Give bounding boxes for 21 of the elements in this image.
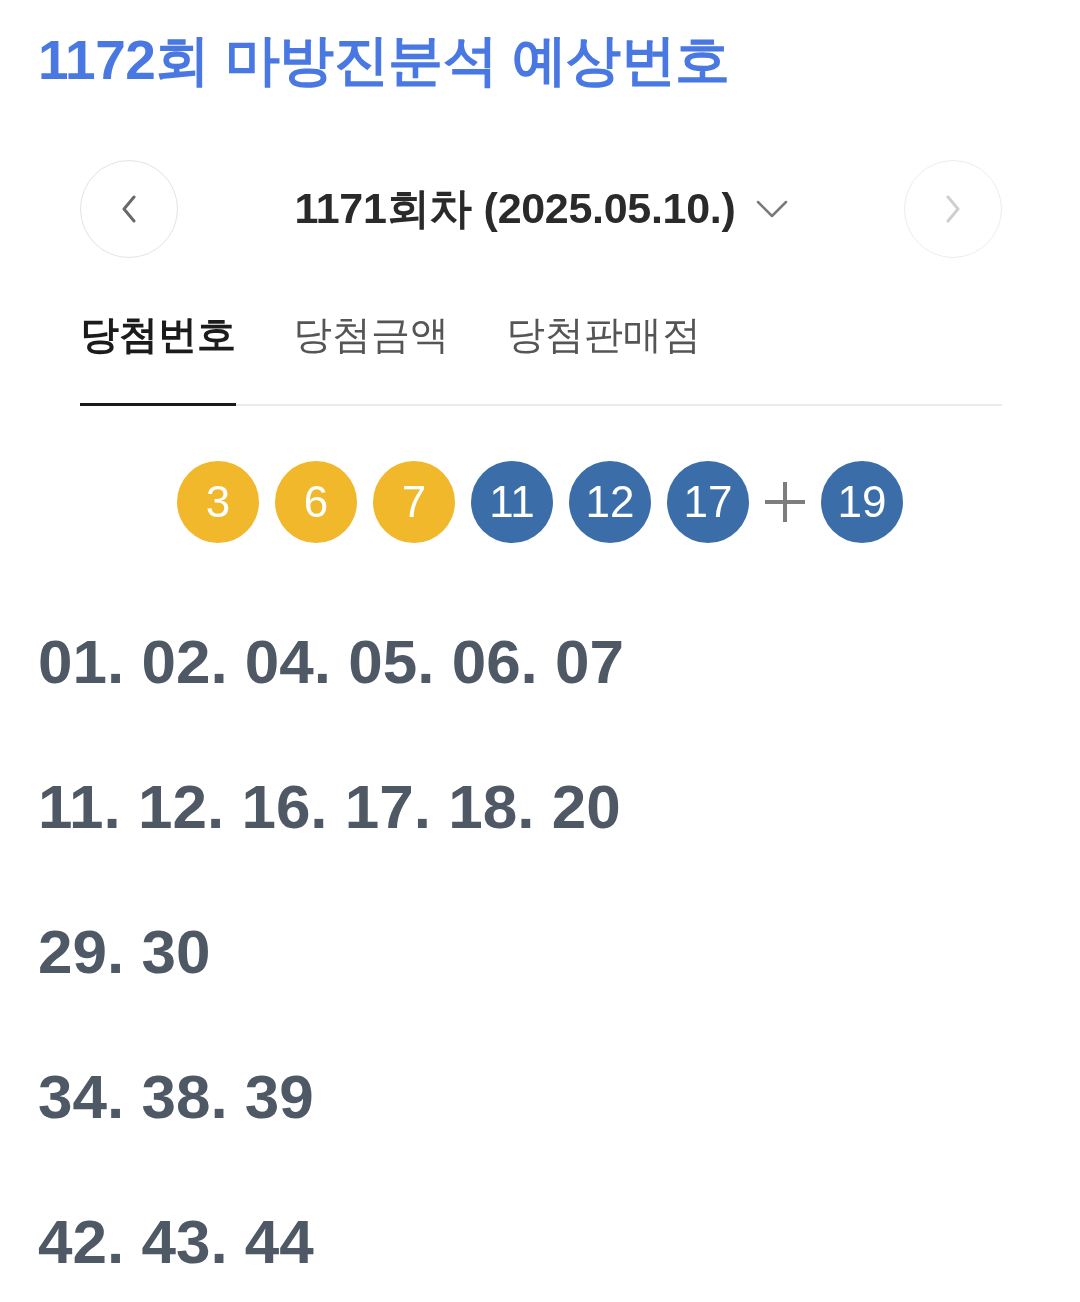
lottery-ball: 11: [471, 461, 553, 543]
chevron-right-icon: [944, 195, 962, 223]
lottery-ball: 12: [569, 461, 651, 543]
tab[interactable]: 당첨판매점: [506, 311, 701, 406]
number-line: 29. 30: [38, 916, 211, 988]
chevron-left-icon: [120, 195, 138, 223]
number-line: 11. 12. 16. 17. 18. 20: [38, 771, 621, 843]
number-line: 01. 02. 04. 05. 06. 07: [38, 626, 625, 698]
lottery-ball: 3: [177, 461, 259, 543]
lottery-ball: 17: [667, 461, 749, 543]
lottery-ball: 7: [373, 461, 455, 543]
number-line: 34. 38. 39: [38, 1061, 314, 1133]
plus-icon: [763, 480, 807, 524]
caret-down-icon: [755, 200, 788, 218]
tab[interactable]: 당첨금액: [293, 311, 449, 406]
number-line: 42. 43. 44: [38, 1206, 314, 1278]
draw-select[interactable]: 1171회차 (2025.05.10.): [294, 180, 788, 238]
tab[interactable]: 당첨번호: [80, 311, 236, 406]
page-title: 1172회 마방진분석 예상번호: [38, 28, 730, 93]
bonus-ball: 19: [821, 461, 903, 543]
lottery-ball: 6: [275, 461, 357, 543]
